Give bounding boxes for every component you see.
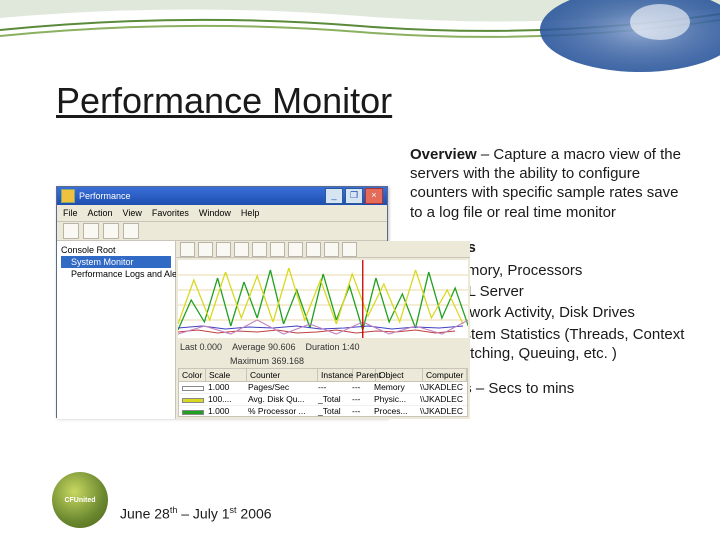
cfunited-logo: CFUnited bbox=[52, 472, 108, 528]
graph-tool-button[interactable] bbox=[324, 242, 339, 257]
graph-tool-button[interactable] bbox=[252, 242, 267, 257]
window-title: Performance bbox=[79, 191, 131, 201]
maximize-button[interactable]: ❐ bbox=[345, 188, 363, 204]
graph-tool-button[interactable] bbox=[306, 242, 321, 257]
slide-title: Performance Monitor bbox=[56, 82, 392, 120]
toolbar bbox=[57, 222, 387, 241]
graph-tool-button[interactable] bbox=[288, 242, 303, 257]
menu-action[interactable]: Action bbox=[88, 208, 113, 218]
slide-header-swoosh bbox=[0, 0, 720, 80]
tree-item-system-monitor[interactable]: System Monitor bbox=[61, 256, 171, 268]
overview-section: Overview – Capture a macro view of the s… bbox=[410, 145, 690, 222]
graph-tool-button[interactable] bbox=[198, 242, 213, 257]
samples-text: – Secs to mins bbox=[472, 380, 575, 397]
toolbar-button[interactable] bbox=[83, 223, 99, 239]
perf-chart[interactable] bbox=[178, 260, 468, 338]
main-pane: Last 0.000 Average 90.606 Duration 1:40 … bbox=[176, 241, 470, 419]
graph-tool-button[interactable] bbox=[342, 242, 357, 257]
graph-tool-button[interactable] bbox=[270, 242, 285, 257]
menu-window[interactable]: Window bbox=[199, 208, 231, 218]
graph-tool-button[interactable] bbox=[180, 242, 195, 257]
minimize-button[interactable]: _ bbox=[325, 188, 343, 204]
perfmon-window: Performance _ ❐ × File Action View Favor… bbox=[56, 186, 388, 418]
menu-file[interactable]: File bbox=[63, 208, 78, 218]
stats-row-2: Maximum 369.168 bbox=[176, 354, 470, 368]
overview-label: Overview bbox=[410, 146, 477, 163]
menu-help[interactable]: Help bbox=[241, 208, 260, 218]
app-icon bbox=[61, 189, 75, 203]
table-row[interactable]: 100....Avg. Disk Qu..._Total---Physic...… bbox=[179, 394, 467, 406]
menu-favorites[interactable]: Favorites bbox=[152, 208, 189, 218]
graph-tool-button[interactable] bbox=[234, 242, 249, 257]
table-row[interactable]: 1.000% Processor ..._Total---Proces...\\… bbox=[179, 406, 467, 417]
table-row[interactable]: 1.000Pages/Sec------Memory\\JKADLEC bbox=[179, 382, 467, 394]
close-button[interactable]: × bbox=[365, 188, 383, 204]
table-header: Color Scale Counter Instance Parent Obje… bbox=[179, 369, 467, 382]
counters-table[interactable]: Color Scale Counter Instance Parent Obje… bbox=[178, 368, 468, 417]
tree-item-root[interactable]: Console Root bbox=[61, 244, 171, 256]
stats-row: Last 0.000 Average 90.606 Duration 1:40 bbox=[176, 340, 470, 354]
toolbar-button[interactable] bbox=[103, 223, 119, 239]
window-titlebar[interactable]: Performance _ ❐ × bbox=[57, 187, 387, 205]
tree-item-logs[interactable]: Performance Logs and Alerts bbox=[61, 268, 171, 280]
graph-toolbar bbox=[176, 241, 470, 258]
menu-bar: File Action View Favorites Window Help bbox=[57, 205, 387, 222]
tree-pane[interactable]: Console Root System Monitor Performance … bbox=[57, 241, 176, 419]
toolbar-button[interactable] bbox=[123, 223, 139, 239]
footer-date: June 28th – July 1st 2006 bbox=[120, 505, 272, 522]
menu-view[interactable]: View bbox=[123, 208, 142, 218]
toolbar-button[interactable] bbox=[63, 223, 79, 239]
graph-tool-button[interactable] bbox=[216, 242, 231, 257]
